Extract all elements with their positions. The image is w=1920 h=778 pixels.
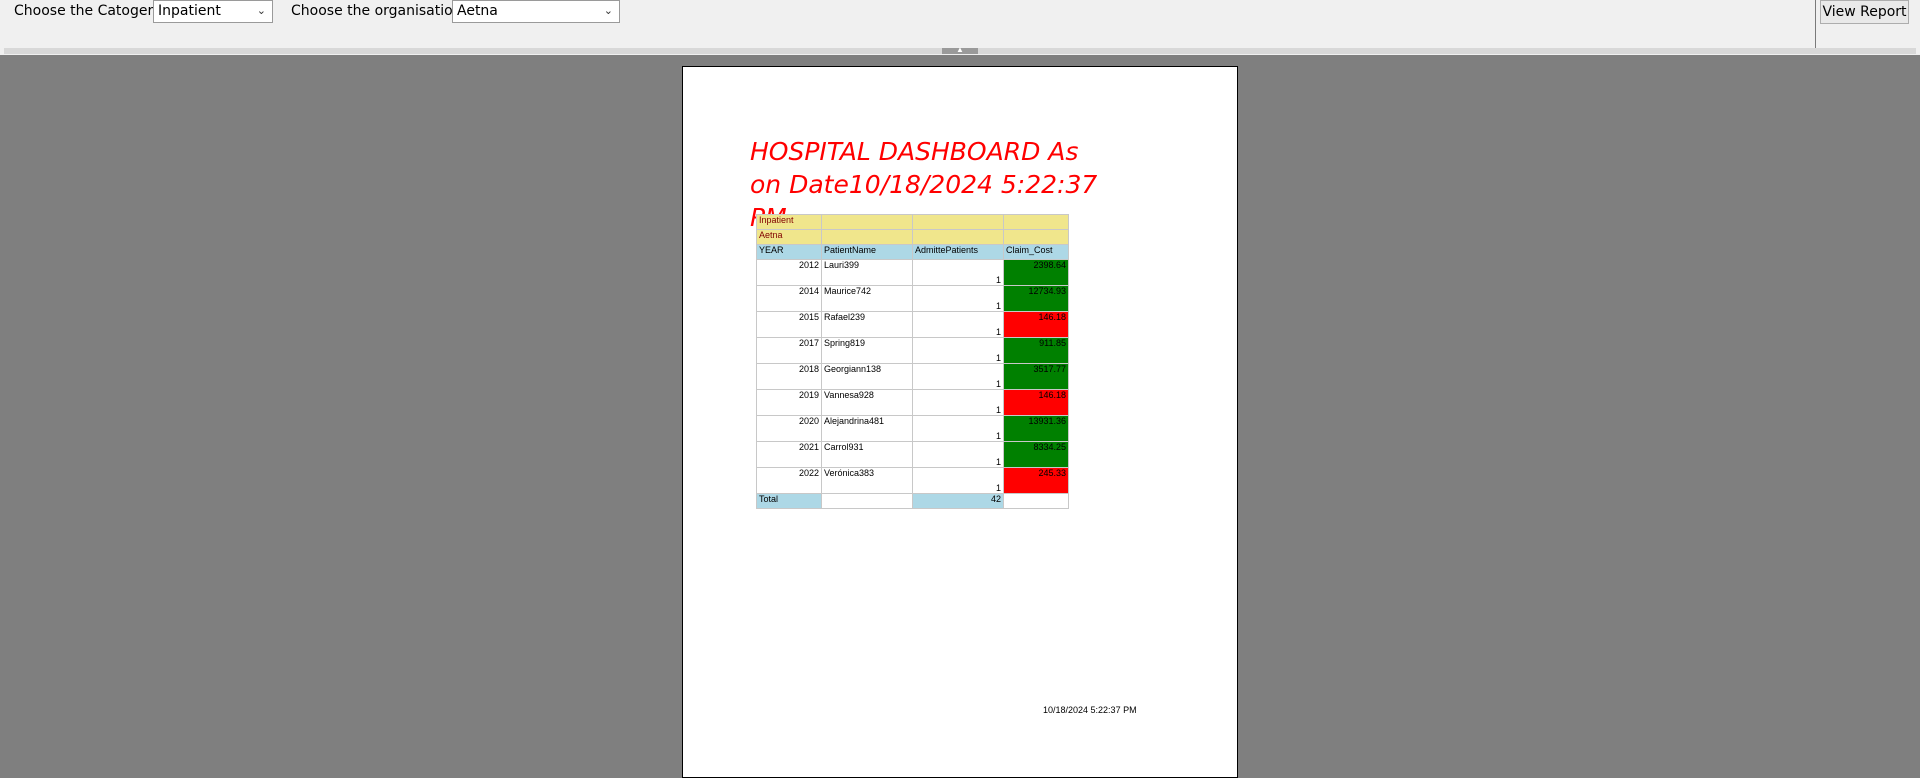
claim-cost-cell: 2398.64 [1003, 259, 1069, 286]
category-select-value: Inpatient [158, 3, 221, 19]
claim-cost-cell: 13931.36 [1003, 415, 1069, 442]
filter-organisation-cell: Aetna [756, 229, 822, 245]
table-row: 2015 Rafael239 1 146.18 [756, 311, 1069, 338]
admitted-patients-cell: 1 [912, 389, 1004, 416]
footer-timestamp: 10/18/2024 5:22:37 PM [1043, 705, 1137, 715]
admitted-patients-cell: 1 [912, 441, 1004, 468]
patient-name-cell: Vannesa928 [821, 389, 913, 416]
category-select[interactable]: Inpatient ⌄ [153, 0, 273, 23]
patient-name-cell: Verónica383 [821, 467, 913, 494]
admitted-patients-cell: 1 [912, 415, 1004, 442]
table-row: 2017 Spring819 1 911.85 [756, 337, 1069, 364]
chevron-down-icon: ⌄ [603, 4, 613, 17]
organisation-select[interactable]: Aetna ⌄ [452, 0, 620, 23]
year-cell: 2021 [756, 441, 822, 468]
claim-cost-cell: 146.18 [1003, 389, 1069, 416]
claim-cost-cell: 146.18 [1003, 311, 1069, 338]
total-row: Total 42 [756, 493, 1069, 509]
view-report-button[interactable]: View Report [1820, 0, 1909, 24]
chevron-up-icon: ▲ [956, 45, 964, 54]
year-cell: 2012 [756, 259, 822, 286]
patient-name-cell: Maurice742 [821, 285, 913, 312]
claim-cost-cell: 245.33 [1003, 467, 1069, 494]
year-cell: 2020 [756, 415, 822, 442]
column-header-claim-cost: Claim_Cost [1003, 244, 1069, 260]
filter-row-category: Inpatient [756, 214, 1069, 230]
patient-name-cell: Georgiann138 [821, 363, 913, 390]
admitted-patients-cell: 1 [912, 285, 1004, 312]
chevron-down-icon: ⌄ [256, 4, 266, 17]
table-row: 2014 Maurice742 1 12734.93 [756, 285, 1069, 312]
claim-cost-cell: 911.85 [1003, 337, 1069, 364]
report-page: HOSPITAL DASHBOARD As on Date10/18/2024 … [682, 66, 1238, 778]
filter-row-organisation: Aetna [756, 229, 1069, 245]
admitted-patients-cell: 1 [912, 363, 1004, 390]
table-header-row: YEAR PatientName AdmittePatients Claim_C… [756, 244, 1069, 260]
table-row: 2019 Vannesa928 1 146.18 [756, 389, 1069, 416]
year-cell: 2015 [756, 311, 822, 338]
organisation-label: Choose the organisation [291, 3, 462, 19]
table-row: 2022 Verónica383 1 245.33 [756, 467, 1069, 494]
patient-name-cell: Carrol931 [821, 441, 913, 468]
year-cell: 2017 [756, 337, 822, 364]
admitted-patients-cell: 1 [912, 337, 1004, 364]
admitted-patients-cell: 1 [912, 259, 1004, 286]
column-header-patient-name: PatientName [821, 244, 913, 260]
admitted-patients-cell: 1 [912, 311, 1004, 338]
toolbar-separator [1815, 0, 1816, 48]
table-row: 2018 Georgiann138 1 3517.77 [756, 363, 1069, 390]
column-header-year: YEAR [756, 244, 822, 260]
window-left-edge [0, 0, 4, 778]
year-cell: 2022 [756, 467, 822, 494]
admitted-patients-cell: 1 [912, 467, 1004, 494]
year-cell: 2014 [756, 285, 822, 312]
claim-cost-cell: 3517.77 [1003, 363, 1069, 390]
category-label: Choose the Catogery [14, 3, 162, 19]
organisation-select-value: Aetna [457, 3, 498, 19]
filter-category-cell: Inpatient [756, 214, 822, 230]
patient-name-cell: Rafael239 [821, 311, 913, 338]
year-cell: 2018 [756, 363, 822, 390]
table-row: 2012 Lauri399 1 2398.64 [756, 259, 1069, 286]
collapse-handle[interactable]: ▲ [942, 45, 978, 54]
column-header-admitted-patients: AdmittePatients [912, 244, 1004, 260]
report-table: Inpatient Aetna YEAR PatientName Admitte… [756, 214, 1069, 509]
patient-name-cell: Lauri399 [821, 259, 913, 286]
claim-cost-cell: 12734.93 [1003, 285, 1069, 312]
year-cell: 2019 [756, 389, 822, 416]
patient-name-cell: Alejandrina481 [821, 415, 913, 442]
table-row: 2021 Carrol931 1 8334.25 [756, 441, 1069, 468]
total-label: Total [756, 493, 822, 509]
total-admitted: 42 [912, 493, 1004, 509]
patient-name-cell: Spring819 [821, 337, 913, 364]
claim-cost-cell: 8334.25 [1003, 441, 1069, 468]
table-row: 2020 Alejandrina481 1 13931.36 [756, 415, 1069, 442]
